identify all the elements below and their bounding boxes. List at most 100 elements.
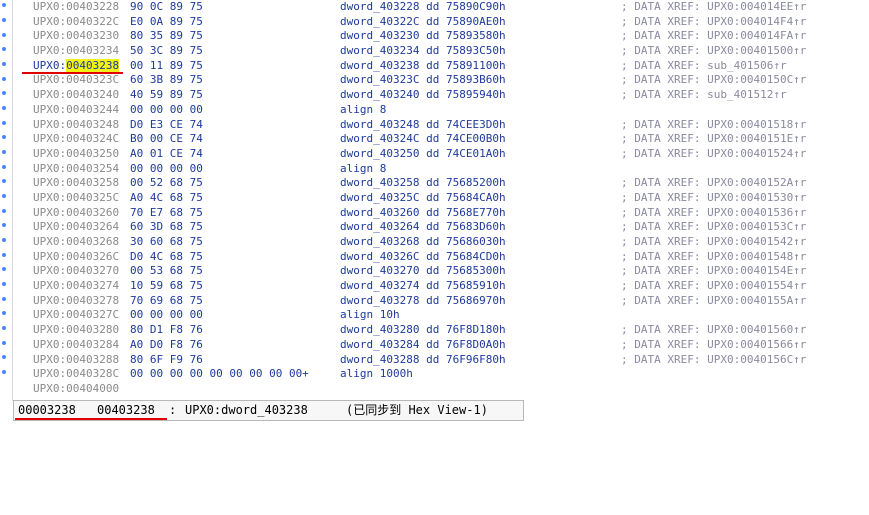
row-instruction: dword_403250 dd 74CE01A0h <box>340 146 506 160</box>
row-bytes: A0 4C 68 75 <box>130 190 203 204</box>
row-bytes: B0 00 CE 74 <box>130 132 203 146</box>
listing-row[interactable]: UPX0:0040328C 00 00 00 00 00 00 00 00 00… <box>33 367 869 382</box>
listing-row[interactable]: UPX0:0040323C 60 3B 89 75 dword_40323C d… <box>33 73 869 88</box>
gutter-dot-icon <box>2 370 6 374</box>
row-xref-comment: ; DATA XREF: UPX0:0040152A↑r <box>621 176 807 190</box>
gutter-dot-icon <box>2 311 6 315</box>
gutter-dot-icon <box>2 238 6 242</box>
listing-row[interactable]: UPX0:00403250 A0 01 CE 74 dword_403250 d… <box>33 147 869 162</box>
row-address: UPX0:00403228 <box>33 0 120 13</box>
row-instruction: dword_403274 dd 75685910h <box>340 279 506 293</box>
row-xref-comment: ; DATA XREF: sub_401512↑r <box>621 88 787 102</box>
row-bytes: 00 00 00 00 00 00 00 00 00+ <box>130 367 309 381</box>
gutter-dot-icon <box>2 341 6 345</box>
gutter-dot-icon <box>2 150 6 154</box>
row-bytes: A0 D0 F8 76 <box>130 337 203 351</box>
disassembly-listing[interactable]: UPX0:00403228 90 0C 89 75 dword_403228 d… <box>33 0 869 401</box>
row-address: UPX0:00403284 <box>33 337 120 351</box>
gutter-dot-icon <box>2 135 6 139</box>
status-separator: : <box>169 403 177 417</box>
row-bytes: 80 35 89 75 <box>130 29 203 43</box>
row-xref-comment: ; DATA XREF: UPX0:00401518↑r <box>621 117 807 131</box>
row-instruction: dword_403248 dd 74CEE3D0h <box>340 117 506 131</box>
listing-row[interactable]: UPX0:00403230 80 35 89 75 dword_403230 d… <box>33 29 869 44</box>
row-bytes: E0 0A 89 75 <box>130 14 203 28</box>
row-bytes: 80 D1 F8 76 <box>130 323 203 337</box>
row-instruction: dword_403268 dd 75686030h <box>340 235 506 248</box>
row-address: UPX0:00403268 <box>33 235 120 248</box>
gutter-dot-icon <box>2 209 6 213</box>
row-xref-comment: ; DATA XREF: UPX0:004014EE↑r <box>621 0 807 13</box>
listing-row[interactable]: UPX0:00403234 50 3C 89 75 dword_403234 d… <box>33 44 869 59</box>
listing-row[interactable]: UPX0:00403284 A0 D0 F8 76 dword_403284 d… <box>33 338 869 353</box>
row-instruction: dword_40323C dd 75893B60h <box>340 73 506 87</box>
row-xref-comment: ; DATA XREF: UPX0:00401530↑r <box>621 190 807 204</box>
gutter-dot-icon <box>2 106 6 110</box>
listing-row[interactable]: UPX0:0040324C B0 00 CE 74 dword_40324C d… <box>33 132 869 147</box>
listing-row[interactable]: UPX0:0040322C E0 0A 89 75 dword_40322C d… <box>33 15 869 30</box>
gutter-dot-icon <box>2 165 6 169</box>
row-xref-comment: ; DATA XREF: UPX0:0040151E↑r <box>621 132 807 146</box>
row-xref-comment: ; DATA XREF: UPX0:00401554↑r <box>621 279 807 293</box>
listing-row[interactable]: UPX0:00403280 80 D1 F8 76 dword_403280 d… <box>33 323 869 338</box>
gutter-dot-icon <box>2 18 6 22</box>
row-xref-comment: ; DATA XREF: UPX0:0040155A↑r <box>621 293 807 307</box>
row-address: UPX0:00403254 <box>33 161 120 175</box>
row-instruction: dword_403270 dd 75685300h <box>340 264 506 278</box>
listing-row[interactable]: UPX0:00403258 00 52 68 75 dword_403258 d… <box>33 176 869 191</box>
listing-row[interactable]: UPX0:00403288 80 6F F9 76 dword_403288 d… <box>33 353 869 368</box>
row-instruction: dword_403278 dd 75686970h <box>340 293 506 307</box>
listing-row[interactable]: UPX0:00403228 90 0C 89 75 dword_403228 d… <box>33 0 869 15</box>
row-instruction: dword_403258 dd 75685200h <box>340 176 506 190</box>
listing-row[interactable]: UPX0:00404000 <box>33 382 869 397</box>
gutter-dot-icon <box>2 282 6 286</box>
gutter-dot-icon <box>2 355 6 359</box>
row-bytes: 60 3D 68 75 <box>130 220 203 234</box>
listing-row-selected[interactable]: UPX0:00403238 00 11 89 75 dword_403238 d… <box>33 58 869 74</box>
listing-row[interactable]: UPX0:00403264 60 3D 68 75 dword_403264 d… <box>33 220 869 235</box>
row-address: UPX0:00403288 <box>33 352 120 366</box>
row-instruction: align 8 <box>340 102 387 116</box>
row-address: UPX0:00403278 <box>33 293 120 307</box>
left-gutter[interactable] <box>0 0 13 401</box>
listing-row[interactable]: UPX0:00403278 70 69 68 75 dword_403278 d… <box>33 294 869 309</box>
row-bytes: D0 4C 68 75 <box>130 249 203 263</box>
row-xref-comment: ; DATA XREF: UPX0:00401566↑r <box>621 337 807 351</box>
row-address: UPX0:00403270 <box>33 264 120 278</box>
row-instruction: align 10h <box>340 308 400 322</box>
listing-row[interactable]: UPX0:00403268 30 60 68 75 dword_403268 d… <box>33 235 869 250</box>
listing-row[interactable]: UPX0:0040326C D0 4C 68 75 dword_40326C d… <box>33 250 869 265</box>
row-bytes: 40 59 89 75 <box>130 88 203 102</box>
row-bytes: 00 00 00 00 <box>130 161 203 175</box>
gutter-dot-icon <box>2 267 6 271</box>
row-instruction: dword_40326C dd 75684CD0h <box>340 249 506 263</box>
listing-row[interactable]: UPX0:00403270 00 53 68 75 dword_403270 d… <box>33 264 869 279</box>
listing-row[interactable]: UPX0:00403254 00 00 00 00 align 8 <box>33 162 869 177</box>
listing-row[interactable]: UPX0:0040327C 00 00 00 00 align 10h <box>33 308 869 323</box>
gutter-dot-icon <box>2 3 6 7</box>
row-xref-comment: ; DATA XREF: UPX0:00401500↑r <box>621 44 807 58</box>
row-bytes: 30 60 68 75 <box>130 235 203 248</box>
row-bytes: 00 11 89 75 <box>130 58 203 72</box>
row-instruction: dword_403280 dd 76F8D180h <box>340 323 506 337</box>
listing-row[interactable]: UPX0:00403240 40 59 89 75 dword_403240 d… <box>33 88 869 103</box>
row-instruction: dword_403260 dd 7568E770h <box>340 205 506 219</box>
row-bytes: 70 69 68 75 <box>130 293 203 307</box>
row-address: UPX0:00403234 <box>33 44 120 58</box>
listing-row[interactable]: UPX0:00403260 70 E7 68 75 dword_403260 d… <box>33 206 869 221</box>
listing-row[interactable]: UPX0:00403274 10 59 68 75 dword_403274 d… <box>33 279 869 294</box>
red-annotation-underline <box>15 418 167 420</box>
row-instruction: dword_403264 dd 75683D60h <box>340 220 506 234</box>
gutter-dot-icon <box>2 179 6 183</box>
row-xref-comment: ; DATA XREF: UPX0:0040153C↑r <box>621 220 807 234</box>
gutter-dot-icon <box>2 47 6 51</box>
listing-row[interactable]: UPX0:0040325C A0 4C 68 75 dword_40325C d… <box>33 191 869 206</box>
row-address: UPX0:0040325C <box>33 190 120 204</box>
listing-row[interactable]: UPX0:00403248 D0 E3 CE 74 dword_403248 d… <box>33 118 869 133</box>
row-address: UPX0:00403274 <box>33 279 120 293</box>
row-address: UPX0:0040324C <box>33 132 120 146</box>
row-bytes: 10 59 68 75 <box>130 279 203 293</box>
row-address: UPX0:0040322C <box>33 14 120 28</box>
row-bytes: 00 00 00 00 <box>130 308 203 322</box>
listing-row[interactable]: UPX0:00403244 00 00 00 00 align 8 <box>33 103 869 118</box>
